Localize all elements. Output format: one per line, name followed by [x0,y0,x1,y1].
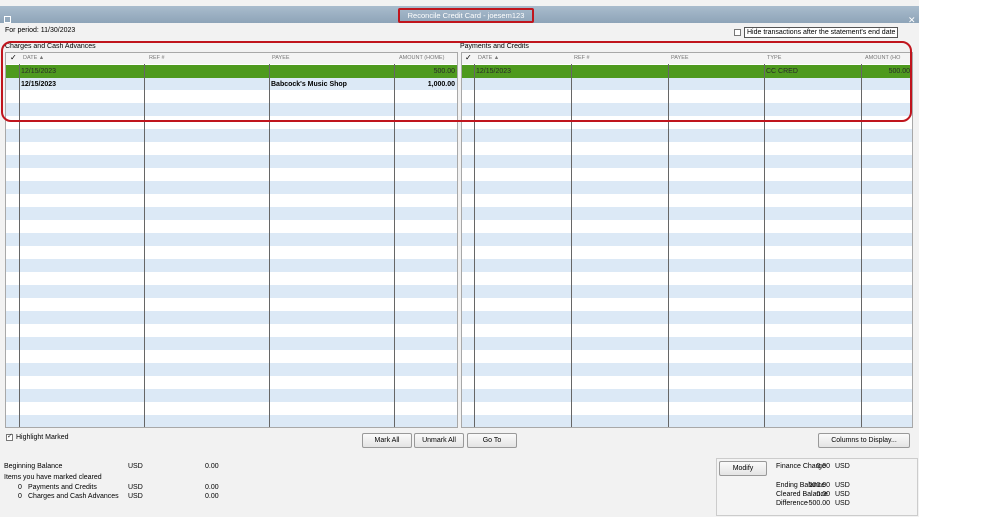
payments-count: 0 [18,484,22,491]
window-title: Reconcile Credit Card - joesem123 [398,8,534,23]
finance-charge-currency: USD [835,463,850,470]
modify-button[interactable]: Modify [719,461,767,476]
charges-count: 0 [18,493,22,500]
items-marked-label: Items you have marked cleared [4,474,102,481]
hide-transactions-checkbox[interactable] [734,29,741,36]
charges-cleared-currency: USD [128,493,143,500]
difference-value: -500.00 [806,500,830,507]
payments-cleared-value: 0.00 [205,484,219,491]
difference-currency: USD [835,500,850,507]
beginning-balance-currency: USD [128,463,143,470]
ending-balance-value: 500.00 [808,482,830,489]
highlight-marked-label: Highlight Marked [16,434,69,441]
columns-to-display-button[interactable]: Columns to Display... [818,433,910,448]
mark-all-button[interactable]: Mark All [362,433,412,448]
close-icon[interactable]: ✕ [908,13,916,27]
charges-cleared-value: 0.00 [205,493,219,500]
charges-cleared-label: Charges and Cash Advances [28,493,119,500]
window-menu-icon[interactable] [4,16,11,23]
cleared-balance-value: 0.00 [816,491,830,498]
highlight-marked-option[interactable]: Highlight Marked [6,432,69,441]
hide-transactions-label: Hide transactions after the statement's … [744,27,899,38]
payments-cleared-currency: USD [128,484,143,491]
finance-charge-value: 0.00 [816,463,830,470]
beginning-balance-value: 0.00 [205,463,219,470]
cleared-balance-currency: USD [835,491,850,498]
go-to-button[interactable]: Go To [467,433,517,448]
hide-transactions-option[interactable]: Hide transactions after the statement's … [734,27,899,38]
reconcile-window: ✕ Reconcile Credit Card - joesem123 For … [0,0,919,517]
highlight-outline [1,41,912,122]
ending-balance-currency: USD [835,482,850,489]
period-label: For period: 11/30/2023 [5,27,76,34]
payments-cleared-label: Payments and Credits [28,484,97,491]
beginning-balance-label: Beginning Balance [4,463,63,470]
difference-label: Difference [776,500,808,507]
unmark-all-button[interactable]: Unmark All [414,433,464,448]
highlight-marked-checkbox[interactable] [6,432,13,441]
